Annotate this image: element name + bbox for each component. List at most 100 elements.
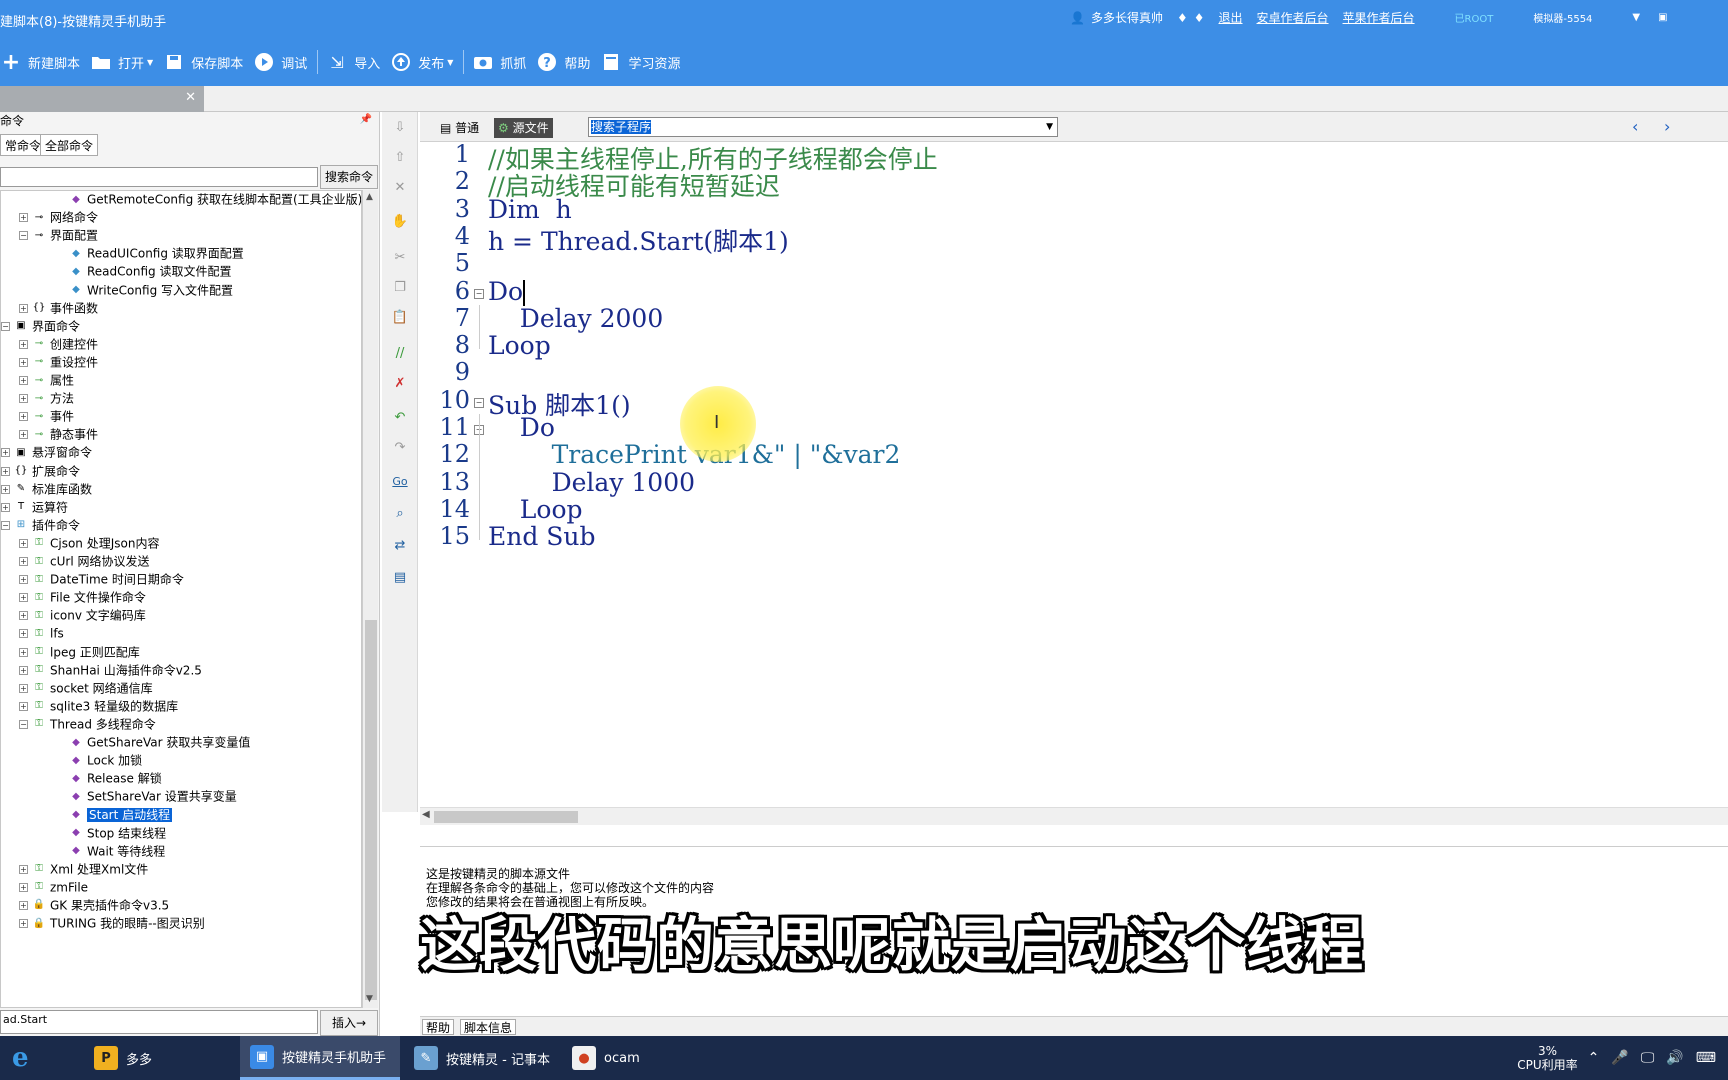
code-line[interactable]: Loop — [488, 495, 583, 524]
scroll-thumb[interactable] — [365, 620, 377, 1000]
taskbar-item-ocam[interactable]: ● ocam — [562, 1036, 650, 1080]
comment-icon[interactable]: // — [390, 344, 410, 364]
code-editor[interactable]: 1 2 3 4 5 6 7 8 9 10 11 12 13 14 15 //如果主线程停止,所有的子线程都会… — [420, 140, 1728, 807]
tree-item[interactable]: + ⚿ iconv 文字编码库 — [19, 605, 146, 625]
cpu-meter[interactable]: 3% CPU利用率 — [1517, 1044, 1577, 1072]
expand-icon[interactable]: + — [19, 683, 28, 693]
expand-icon[interactable]: + — [19, 864, 28, 874]
expand-icon[interactable]: + — [19, 647, 28, 657]
undo-icon[interactable]: ↶ — [390, 408, 410, 428]
import-button[interactable]: ⇲ 导入 — [326, 38, 390, 86]
expand-icon[interactable]: + — [19, 376, 28, 385]
move-down-icon[interactable]: ⇩ — [390, 118, 410, 138]
goto-icon[interactable]: Go — [390, 472, 410, 492]
tree-item[interactable]: + ⚿ DateTime 时间日期命令 — [19, 569, 184, 589]
vip-icon[interactable]: ♦ — [1177, 11, 1188, 25]
uncomment-icon[interactable]: ✗ — [390, 374, 410, 394]
expand-icon[interactable]: + — [19, 538, 28, 548]
expand-icon[interactable]: + — [19, 611, 28, 621]
publish-button[interactable]: 发布 ▼ — [390, 38, 463, 86]
user-name[interactable]: 多多长得真帅 — [1091, 9, 1163, 26]
code-line[interactable]: Delay 1000 — [488, 468, 695, 497]
taskbar-item-notepad[interactable]: ✎ 按键精灵 - 记事本 — [404, 1036, 560, 1080]
search-command-button[interactable]: 搜索命令 — [320, 165, 378, 189]
network-icon[interactable]: 🖵 — [1641, 1050, 1655, 1066]
fold-toggle-icon[interactable]: − — [474, 288, 484, 299]
apple-backend-link[interactable]: 苹果作者后台 — [1343, 9, 1415, 26]
ie-browser-icon[interactable]: e — [12, 1036, 29, 1080]
tree-item[interactable]: − ▣ 界面命令 — [1, 316, 80, 336]
tab-source-view[interactable]: ⚙ 源文件 — [494, 118, 553, 138]
tree-item[interactable]: + ⚿ cUrl 网络协议发送 — [19, 551, 149, 571]
code-line[interactable]: Do — [488, 413, 555, 442]
tree-item[interactable]: + ⊸ 方法 — [19, 388, 74, 408]
code-line[interactable]: End Sub — [488, 522, 596, 551]
chevron-up-icon[interactable]: ⌃ — [1588, 1050, 1600, 1066]
tree-item[interactable]: + 🔒 TURING 我的眼睛--图灵识别 — [19, 913, 205, 933]
delete-icon[interactable]: ✕ — [390, 178, 410, 198]
collapse-icon[interactable]: − — [1, 520, 10, 530]
tree-item[interactable]: ◆ GetRemoteConfig 获取在线脚本配置(工具企业版) — [69, 191, 361, 209]
tree-item[interactable]: + ✎ 标准库函数 — [1, 479, 92, 499]
hand-icon[interactable]: ✋ — [390, 212, 410, 232]
tree-item[interactable]: + ⊸ 静态事件 — [19, 424, 98, 444]
tree-item[interactable]: + ⊸ 创建控件 — [19, 334, 98, 354]
tree-item[interactable]: + ⚿ lpeg 正则匹配库 — [19, 642, 140, 662]
avatar-icon[interactable]: 👤 — [1070, 11, 1085, 25]
expand-icon[interactable]: + — [19, 575, 28, 585]
tree-item[interactable]: − ⚿ Thread 多线程命令 — [19, 714, 156, 734]
microphone-icon[interactable]: 🎤 — [1611, 1050, 1628, 1066]
save-script-button[interactable]: 保存脚本 — [163, 38, 253, 86]
code-line[interactable]: Do — [488, 277, 526, 306]
emulator-select[interactable]: 模拟器-5554 — [1533, 10, 1592, 25]
tree-item[interactable]: + ⊸ 网络命令 — [19, 207, 98, 227]
copy-icon[interactable]: ❐ — [390, 278, 410, 298]
expand-icon[interactable]: + — [19, 900, 28, 910]
scroll-down-icon[interactable]: ▼ — [366, 994, 373, 1004]
nav-back-icon[interactable]: ‹ — [1632, 117, 1638, 136]
new-script-button[interactable]: + 新建脚本 — [0, 38, 90, 86]
collapse-icon[interactable]: − — [1, 321, 10, 331]
tree-item[interactable]: + ▣ 悬浮窗命令 — [1, 442, 92, 462]
tab-script-info[interactable]: 脚本信息 — [460, 1019, 517, 1035]
tree-item[interactable]: ◆ GetShareVar 获取共享变量值 — [69, 732, 250, 752]
expand-icon[interactable]: + — [19, 882, 28, 892]
close-icon[interactable]: ✕ — [185, 90, 196, 105]
move-up-icon[interactable]: ⇧ — [390, 148, 410, 168]
pin-icon[interactable]: 📌 — [360, 114, 372, 125]
tree-item[interactable]: + ⚿ Xml 处理Xml文件 — [19, 859, 148, 879]
tree-item[interactable]: + ⊸ 属性 — [19, 370, 74, 390]
tree-item[interactable]: + ⊸ 事件 — [19, 406, 74, 426]
diamond-icon[interactable]: ♦ — [1194, 11, 1205, 25]
tree-item[interactable]: + ⚿ File 文件操作命令 — [19, 587, 146, 607]
subroutine-select[interactable]: 搜索子程序 ▼ — [588, 117, 1058, 137]
learning-resources-button[interactable]: 学习资源 — [600, 38, 690, 86]
replace-icon[interactable]: ⇄ — [390, 536, 410, 556]
expand-icon[interactable]: + — [19, 412, 28, 422]
find-icon[interactable]: ⌕ — [390, 504, 410, 524]
logout-link[interactable]: 退出 — [1219, 9, 1243, 26]
tree-item[interactable]: ◆ ReadConfig 读取文件配置 — [69, 261, 231, 281]
tree-item[interactable]: + ⚿ ShanHai 山海插件命令v2.5 — [19, 660, 202, 680]
bookmark-icon[interactable]: ▤ — [390, 568, 410, 588]
scroll-left-icon[interactable]: ◀ — [422, 809, 430, 820]
paste-icon[interactable]: 📋 — [390, 308, 410, 328]
tree-scrollbar[interactable]: ▲ ▼ — [362, 190, 378, 1008]
open-button[interactable]: 打开 ▼ — [90, 38, 163, 86]
tree-item[interactable]: − ⊞ 插件命令 — [1, 515, 80, 535]
tree-item[interactable]: ◆ Stop 结束线程 — [69, 823, 166, 843]
chevron-down-icon[interactable]: ▼ — [147, 58, 153, 67]
document-tab[interactable]: ✕ — [0, 86, 204, 112]
expand-icon[interactable]: + — [19, 394, 28, 404]
taskbar-item-duoduo[interactable]: P 多多 — [84, 1036, 162, 1080]
fold-toggle-icon[interactable]: − — [474, 397, 484, 408]
expand-icon[interactable]: + — [19, 919, 28, 928]
expand-icon[interactable]: + — [1, 502, 10, 512]
tree-item[interactable]: ◆ Start 启动线程 — [69, 804, 173, 824]
insert-command-input[interactable]: ad.Start — [0, 1010, 318, 1034]
command-search-input[interactable] — [0, 167, 318, 187]
tree-item[interactable]: ◆ Wait 等待线程 — [69, 841, 165, 861]
expand-icon[interactable]: + — [19, 557, 28, 566]
collapse-icon[interactable]: − — [19, 231, 28, 241]
chevron-down-icon[interactable]: ▼ — [447, 58, 453, 67]
